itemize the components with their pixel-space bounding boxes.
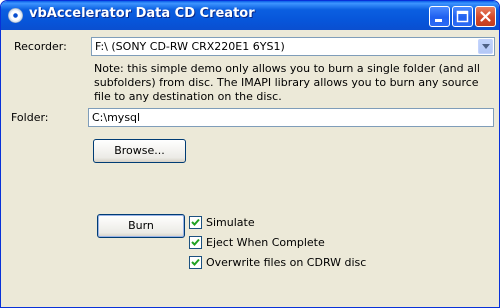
checkmark-icon xyxy=(191,258,200,266)
simulate-label: Simulate xyxy=(206,216,255,229)
maximize-button[interactable] xyxy=(452,6,473,27)
minimize-button[interactable] xyxy=(429,6,450,27)
note-text: Note: this simple demo only allows you t… xyxy=(94,62,480,103)
window-title: vbAccelerator Data CD Creator xyxy=(29,6,255,21)
title-bar[interactable]: vbAccelerator Data CD Creator xyxy=(1,1,499,30)
cd-disc-icon xyxy=(8,8,23,23)
checkmark-icon xyxy=(191,238,200,246)
eject-label: Eject When Complete xyxy=(206,236,325,249)
recorder-label: Recorder: xyxy=(14,40,67,53)
close-icon xyxy=(480,11,491,22)
recorder-dropdown-button[interactable] xyxy=(478,39,493,54)
maximize-icon xyxy=(456,10,469,23)
browse-button[interactable]: Browse... xyxy=(93,139,186,163)
chevron-down-icon xyxy=(482,44,490,49)
simulate-checkbox[interactable] xyxy=(189,216,202,229)
main-window: vbAccelerator Data CD Creator Recorder: … xyxy=(0,0,500,308)
eject-checkbox[interactable] xyxy=(189,236,202,249)
overwrite-checkbox[interactable] xyxy=(189,256,202,269)
close-button[interactable] xyxy=(475,6,496,27)
folder-input[interactable]: C:\mysql xyxy=(88,108,494,127)
recorder-dropdown[interactable]: F:\ (SONY CD-RW CRX220E1 6YS1) xyxy=(91,37,495,56)
minimize-icon xyxy=(435,19,442,22)
folder-label: Folder: xyxy=(11,111,49,124)
recorder-selected-value: F:\ (SONY CD-RW CRX220E1 6YS1) xyxy=(95,40,285,53)
checkmark-icon xyxy=(191,218,200,226)
burn-button[interactable]: Burn xyxy=(97,214,185,238)
overwrite-label: Overwrite files on CDRW disc xyxy=(206,256,367,269)
